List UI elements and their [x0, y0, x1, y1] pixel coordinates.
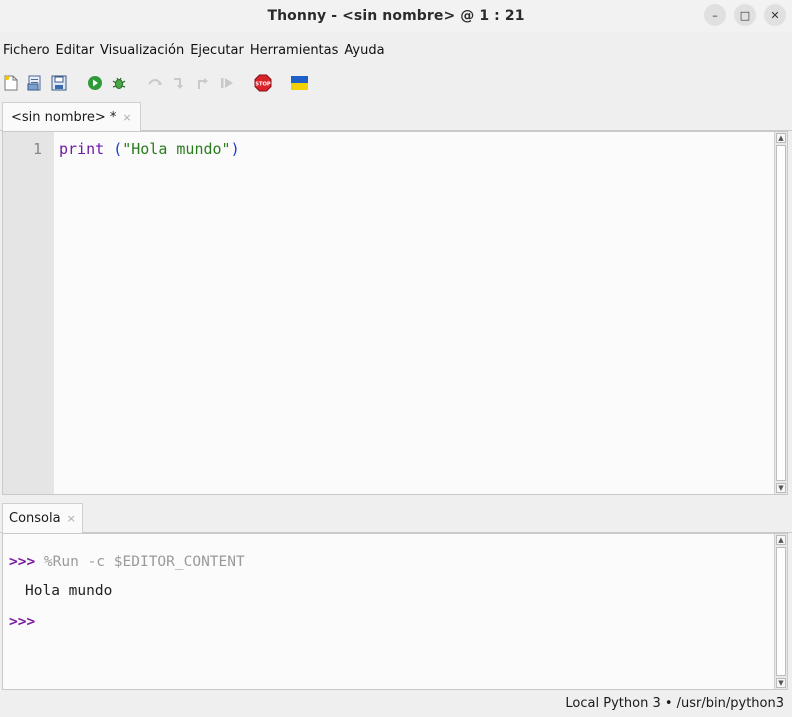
save-file-icon[interactable] — [50, 74, 68, 92]
close-button[interactable]: ✕ — [764, 4, 786, 26]
code-open-paren: ( — [113, 140, 123, 158]
step-into-icon — [170, 74, 188, 92]
minimize-icon: – — [712, 8, 718, 22]
console-command-line: >>> %Run -c $EDITOR_CONTENT — [9, 554, 245, 570]
stop-icon-label: STOP — [255, 82, 271, 88]
console-scrollbar[interactable]: ▲ ▼ — [774, 534, 787, 689]
tab-sin-nombre[interactable]: <sin nombre> * × — [2, 102, 141, 131]
console-command: %Run -c $EDITOR_CONTENT — [35, 554, 245, 570]
scroll-down-icon[interactable]: ▼ — [776, 483, 786, 493]
resume-icon — [218, 74, 236, 92]
menu-ayuda[interactable]: Ayuda — [343, 43, 389, 58]
new-file-icon[interactable] — [2, 74, 20, 92]
code-editor[interactable]: 1 print ("Hola mundo") ▲ ▼ — [2, 131, 788, 495]
code-keyword: print — [59, 140, 105, 158]
minimize-button[interactable]: – — [704, 4, 726, 26]
scroll-thumb[interactable] — [776, 145, 786, 481]
console-tab-close-icon[interactable]: × — [67, 512, 76, 525]
maximize-icon: □ — [739, 8, 751, 22]
code-string: "Hola mundo" — [122, 140, 231, 158]
menu-visualizacion[interactable]: Visualización — [99, 43, 189, 58]
status-bar: Local Python 3 • /usr/bin/python3 — [0, 692, 792, 717]
menu-herramientas[interactable]: Herramientas — [249, 43, 344, 58]
scroll-up-icon[interactable]: ▲ — [776, 133, 786, 143]
step-out-icon — [194, 74, 212, 92]
tab-label: <sin nombre> * — [11, 109, 117, 125]
console-input-line[interactable]: >>> — [9, 614, 35, 630]
title-bar: Thonny - <sin nombre> @ 1 : 21 – □ ✕ — [0, 0, 792, 32]
console-tab-bar: Consola × — [0, 503, 792, 533]
menu-ejecutar[interactable]: Ejecutar — [189, 43, 249, 58]
run-icon[interactable] — [86, 74, 104, 92]
code-close-paren: ) — [230, 140, 240, 158]
console-prompt: >>> — [9, 554, 36, 570]
console-prompt-active: >>> — [9, 614, 36, 630]
stop-icon[interactable]: STOP — [254, 74, 272, 92]
console-scroll-up-icon[interactable]: ▲ — [776, 535, 786, 545]
window-title: Thonny - <sin nombre> @ 1 : 21 — [267, 8, 525, 24]
step-over-icon — [146, 74, 164, 92]
editor-scrollbar[interactable]: ▲ ▼ — [774, 132, 787, 494]
console-scroll-thumb[interactable] — [776, 547, 786, 676]
window-controls: – □ ✕ — [704, 4, 786, 26]
ukraine-flag-icon[interactable] — [290, 74, 308, 92]
code-line[interactable]: print ("Hola mundo") — [59, 140, 240, 158]
line-number-gutter: 1 — [3, 132, 54, 494]
open-file-icon[interactable] — [26, 74, 44, 92]
menu-bar: Fichero Editar Visualización Ejecutar He… — [0, 38, 390, 62]
debug-icon[interactable] — [110, 74, 128, 92]
menu-editar[interactable]: Editar — [55, 43, 100, 58]
console-scroll-down-icon[interactable]: ▼ — [776, 678, 786, 688]
maximize-button[interactable]: □ — [734, 4, 756, 26]
toolbar: STOP — [2, 72, 314, 94]
console-output: Hola mundo — [25, 583, 113, 599]
menu-fichero[interactable]: Fichero — [2, 43, 55, 58]
tab-close-icon[interactable]: × — [122, 111, 131, 124]
line-number: 1 — [32, 140, 42, 158]
tab-consola[interactable]: Consola × — [2, 503, 83, 533]
close-icon: ✕ — [770, 8, 780, 22]
interpreter-status[interactable]: Local Python 3 • /usr/bin/python3 — [565, 696, 784, 711]
console-tab-label: Consola — [9, 511, 61, 526]
editor-tab-bar: <sin nombre> * × — [0, 102, 792, 131]
shell-console[interactable]: >>> %Run -c $EDITOR_CONTENT Hola mundo >… — [2, 533, 788, 690]
